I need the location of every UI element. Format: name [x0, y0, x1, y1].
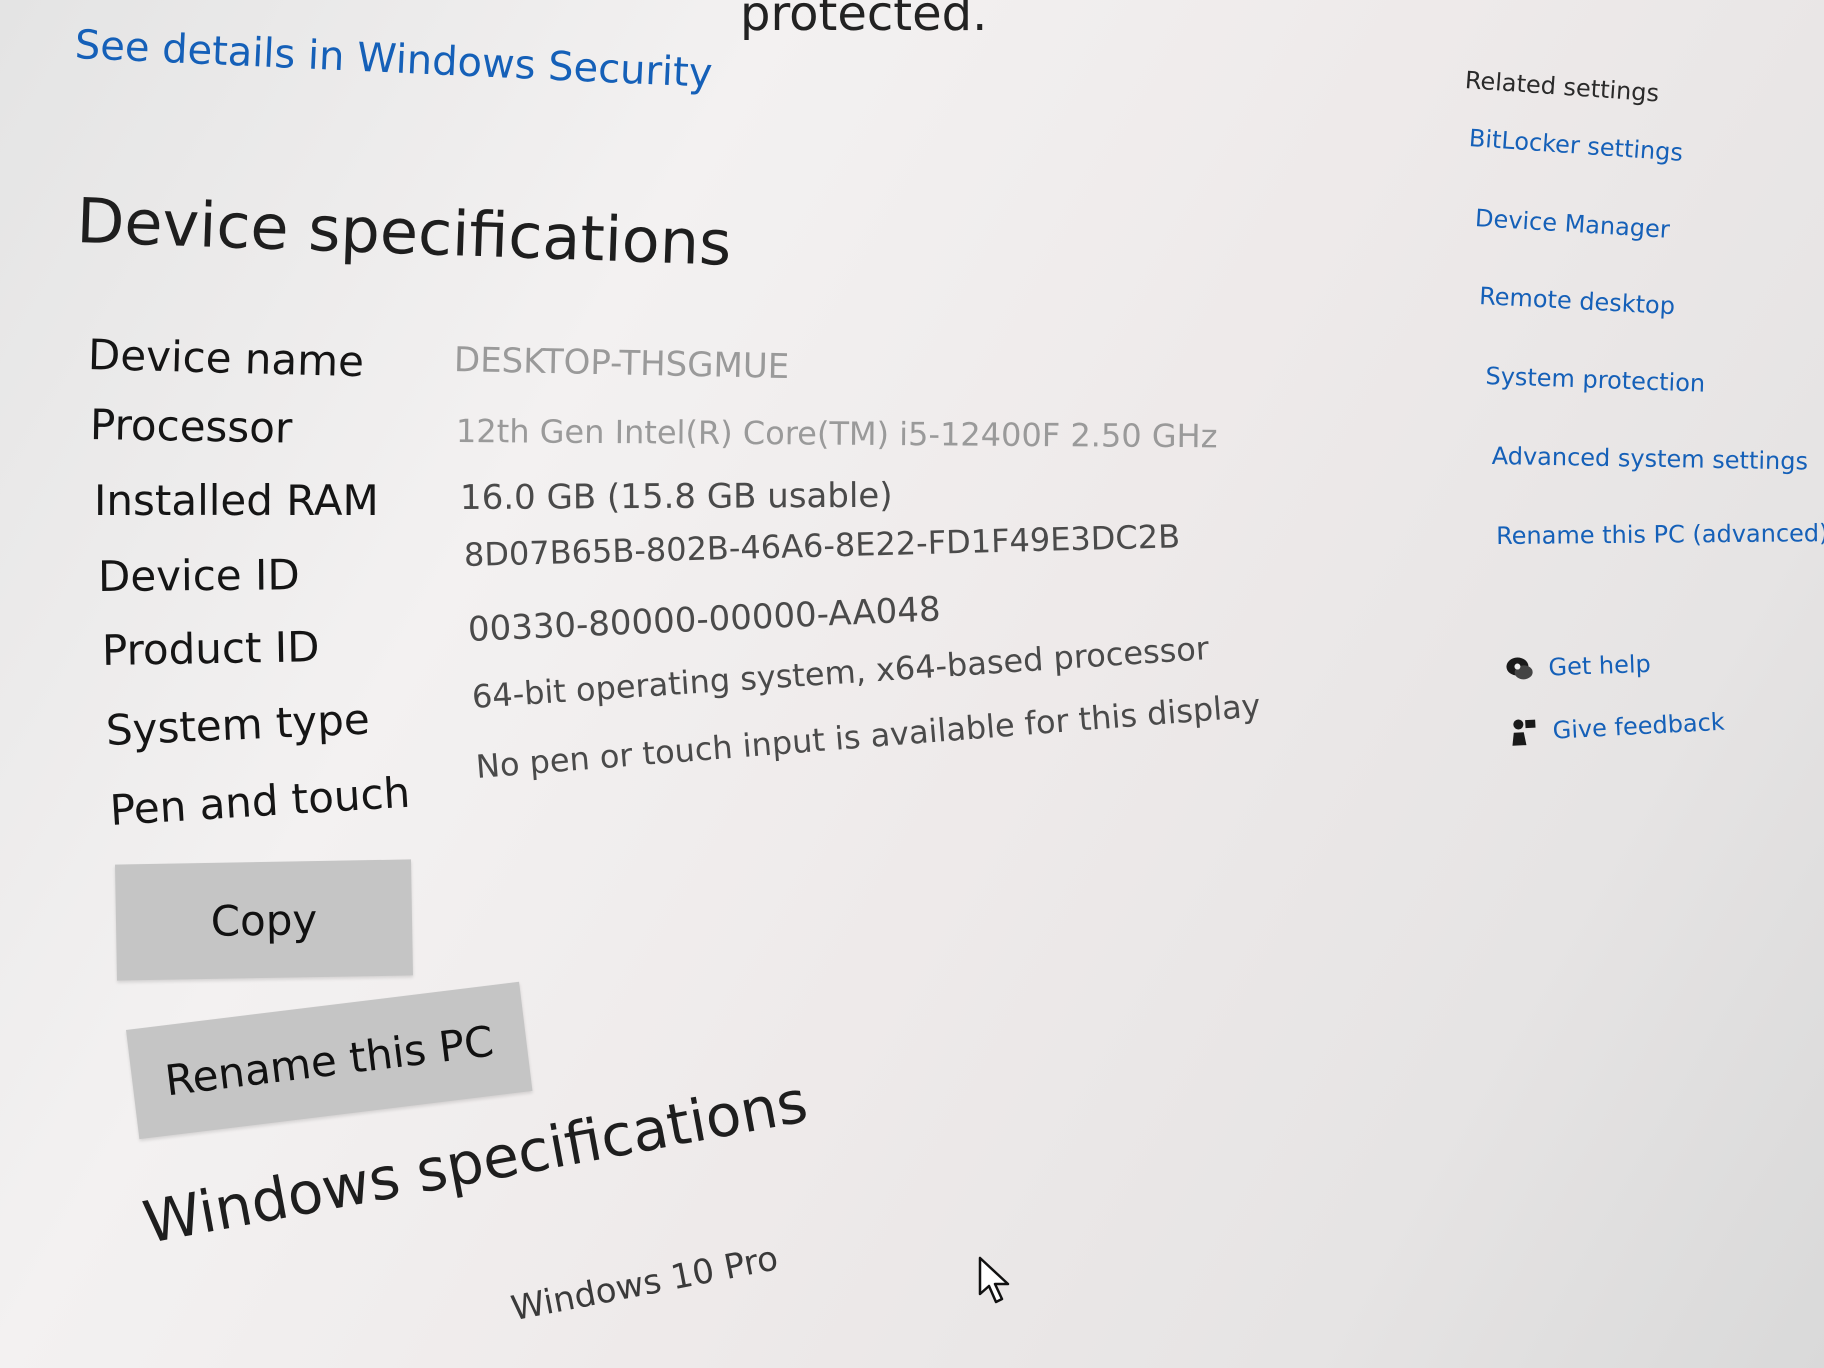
related-settings-heading: Related settings — [1464, 66, 1661, 108]
spec-label-device-name: Device name — [87, 330, 365, 387]
bitlocker-settings-link[interactable]: BitLocker settings — [1468, 124, 1684, 167]
spec-value-device-id: 8D07B65B-802B-46A6-8E22-FD1F49E3DC2B — [463, 517, 1181, 574]
spec-label-pen-touch: Pen and touch — [108, 767, 412, 835]
advanced-system-settings-link[interactable]: Advanced system settings — [1492, 442, 1809, 476]
system-protection-link[interactable]: System protection — [1485, 362, 1706, 398]
give-feedback-link[interactable]: Give feedback — [1552, 708, 1725, 745]
windows-security-link[interactable]: See details in Windows Security — [74, 22, 713, 97]
get-help-link[interactable]: Get help — [1548, 650, 1651, 682]
copy-button[interactable]: Copy — [115, 859, 413, 981]
spec-label-device-id: Device ID — [97, 550, 300, 601]
remote-desktop-link[interactable]: Remote desktop — [1479, 282, 1676, 320]
security-status-text: protected. — [740, 0, 988, 42]
give-feedback-icon — [1508, 716, 1540, 748]
spec-label-installed-ram: Installed RAM — [94, 476, 379, 525]
device-manager-link[interactable]: Device Manager — [1474, 204, 1670, 244]
get-help-row[interactable]: Get help — [1504, 649, 1651, 684]
get-help-icon — [1504, 653, 1535, 684]
spec-label-product-id: Product ID — [101, 622, 320, 675]
spec-label-processor: Processor — [89, 400, 293, 453]
about-settings-page: protected. See details in Windows Securi… — [0, 0, 1824, 1368]
give-feedback-row[interactable]: Give feedback — [1508, 707, 1725, 748]
mouse-pointer-icon — [978, 1256, 1010, 1304]
rename-pc-advanced-link[interactable]: Rename this PC (advanced) — [1496, 519, 1824, 550]
device-specs-title: Device specifications — [75, 184, 733, 280]
spec-value-installed-ram: 16.0 GB (15.8 GB usable) — [459, 475, 893, 518]
spec-value-product-id: 00330-80000-00000-AA048 — [467, 589, 942, 650]
spec-value-device-name: DESKTOP-THSGMUE — [453, 340, 790, 388]
spec-value-processor: 12th Gen Intel(R) Core(TM) i5-12400F 2.5… — [455, 412, 1218, 456]
rename-pc-button[interactable]: Rename this PC — [126, 981, 533, 1140]
spec-label-system-type: System type — [104, 694, 371, 755]
windows-edition-value: Windows 10 Pro — [508, 1238, 782, 1330]
